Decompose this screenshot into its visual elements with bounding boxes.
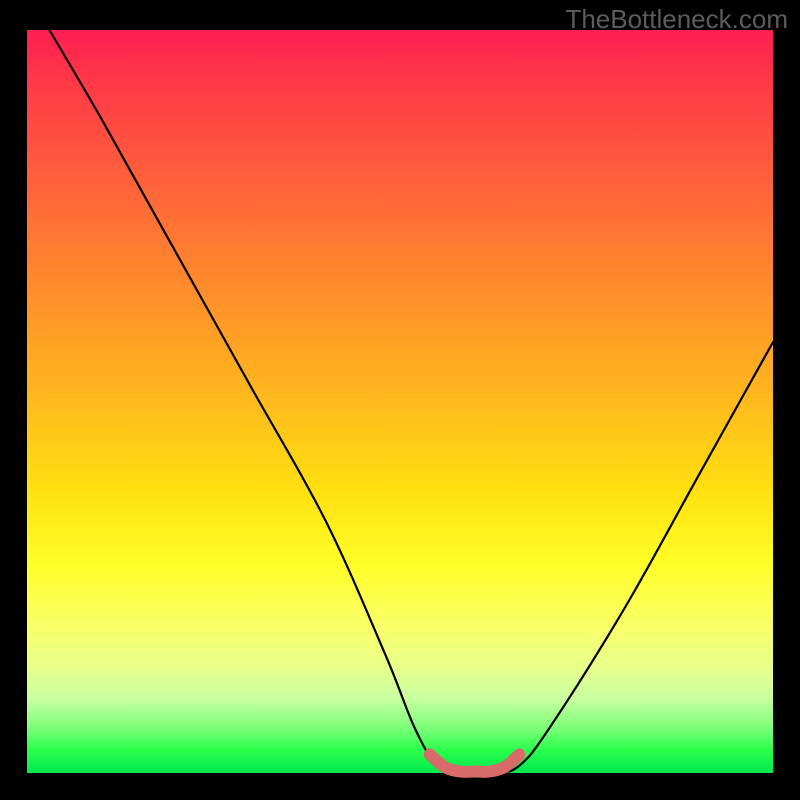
optimal-range-path <box>430 754 520 771</box>
plot-area <box>27 30 773 773</box>
bottleneck-curve-path <box>49 30 773 774</box>
chart-frame: TheBottleneck.com <box>0 0 800 800</box>
curve-layer <box>27 30 773 773</box>
